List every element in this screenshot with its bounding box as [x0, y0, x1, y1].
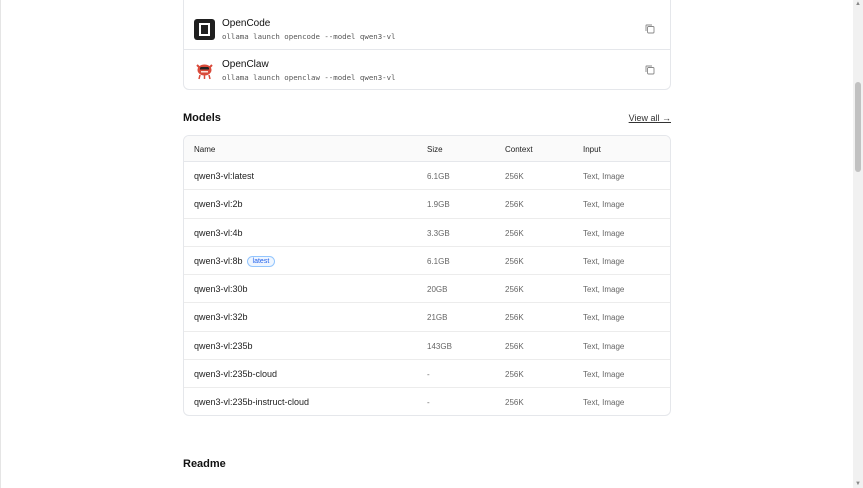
scroll-thumb[interactable]	[855, 82, 861, 172]
model-input: Text, Image	[583, 341, 625, 351]
model-context: 256K	[505, 172, 524, 181]
integration-row-openclaw: OpenClaw ollama launch openclaw --model …	[184, 50, 670, 91]
model-size: 1.9GB	[427, 200, 450, 210]
model-context: 256K	[505, 398, 524, 408]
model-context: 256K	[505, 228, 524, 238]
model-input: Text, Image	[583, 256, 625, 266]
model-input: Text, Image	[583, 285, 625, 295]
readme-heading: Readme	[183, 458, 226, 470]
model-name-link[interactable]: qwen3-vl:235b	[194, 341, 253, 351]
table-row[interactable]: qwen3-vl:latest 6.1GB 256K Text, Image	[184, 162, 670, 191]
table-row[interactable]: qwen3-vl:32b 21GB 256K Text, Image	[184, 303, 670, 332]
integration-command: ollama launch openclaw --model qwen3-vl	[222, 73, 396, 82]
header-size: Size	[427, 145, 443, 154]
model-name-link[interactable]: qwen3-vl:latest	[194, 171, 254, 181]
openclaw-logo-icon	[196, 64, 213, 80]
copy-icon[interactable]	[644, 23, 656, 35]
model-name-link[interactable]: qwen3-vl:235b-cloud	[194, 369, 277, 379]
model-context: 256K	[505, 341, 524, 351]
scroll-up-icon[interactable]: ▲	[855, 1, 861, 7]
model-name-link[interactable]: qwen3-vl:2b	[194, 199, 243, 209]
model-context: 256K	[505, 313, 524, 323]
copy-icon[interactable]	[644, 64, 656, 76]
model-size: 6.1GB	[427, 256, 450, 266]
model-context: 256K	[505, 285, 524, 295]
model-name-link[interactable]: qwen3-vl:4b	[194, 228, 243, 238]
model-input: Text, Image	[583, 398, 625, 408]
header-context: Context	[505, 145, 533, 154]
latest-badge: latest	[246, 255, 276, 267]
model-size: 6.1GB	[427, 172, 450, 181]
opencode-logo-icon	[194, 19, 215, 40]
integration-row-opencode: OpenCode ollama launch opencode --model …	[184, 9, 670, 50]
table-row[interactable]: qwen3-vl:235b-cloud - 256K Text, Image	[184, 360, 670, 389]
model-name-link[interactable]: qwen3-vl:32b	[194, 312, 248, 322]
model-context: 256K	[505, 370, 524, 380]
header-input: Input	[583, 145, 601, 154]
model-name-cell: qwen3-vl:8b latest	[194, 255, 276, 267]
vertical-scrollbar[interactable]: ▲ ▼	[853, 0, 863, 488]
table-row[interactable]: qwen3-vl:235b 143GB 256K Text, Image	[184, 332, 670, 361]
models-table: Name Size Context Input qwen3-vl:latest …	[183, 135, 671, 416]
model-input: Text, Image	[583, 228, 625, 238]
table-row[interactable]: qwen3-vl:30b 20GB 256K Text, Image	[184, 275, 670, 304]
integration-name: OpenClaw	[222, 59, 269, 70]
integration-name: OpenCode	[222, 18, 271, 29]
integrations-card: OpenCode ollama launch opencode --model …	[183, 0, 671, 90]
table-row[interactable]: qwen3-vl:4b 3.3GB 256K Text, Image	[184, 219, 670, 247]
model-size: 20GB	[427, 285, 448, 295]
model-input: Text, Image	[583, 200, 625, 210]
model-name-link[interactable]: qwen3-vl:30b	[194, 284, 248, 294]
model-size: 21GB	[427, 313, 448, 323]
table-row[interactable]: qwen3-vl:8b latest 6.1GB 256K Text, Image	[184, 247, 670, 276]
table-row[interactable]: qwen3-vl:235b-instruct-cloud - 256K Text…	[184, 388, 670, 415]
model-size: -	[427, 398, 430, 408]
models-heading: Models	[183, 112, 221, 124]
model-size: -	[427, 370, 430, 380]
header-name: Name	[194, 145, 216, 154]
table-row[interactable]: qwen3-vl:2b 1.9GB 256K Text, Image	[184, 190, 670, 219]
integration-command: ollama launch opencode --model qwen3-vl	[222, 32, 396, 41]
table-header: Name Size Context Input	[184, 136, 670, 162]
scroll-down-icon[interactable]: ▼	[855, 481, 861, 487]
table-body: qwen3-vl:latest 6.1GB 256K Text, Image q…	[184, 162, 670, 415]
model-name-link[interactable]: qwen3-vl:235b-instruct-cloud	[194, 397, 309, 407]
model-input: Text, Image	[583, 370, 625, 380]
model-context: 256K	[505, 200, 524, 210]
model-input: Text, Image	[583, 172, 625, 181]
model-name-link[interactable]: qwen3-vl:8b	[194, 256, 243, 266]
model-size: 3.3GB	[427, 228, 450, 238]
model-input: Text, Image	[583, 313, 625, 323]
model-size: 143GB	[427, 341, 452, 351]
view-all-link[interactable]: View all →	[629, 113, 671, 123]
model-context: 256K	[505, 256, 524, 266]
